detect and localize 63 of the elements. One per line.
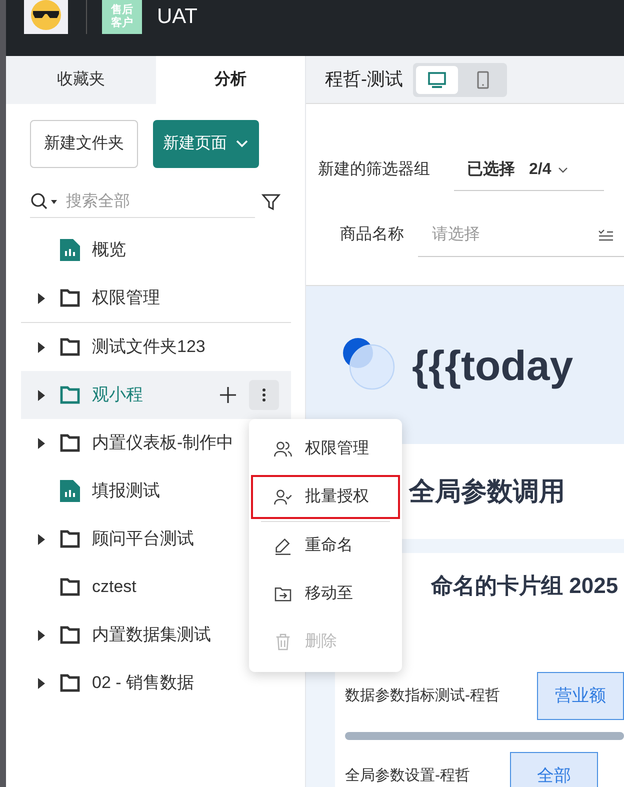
monitor-icon <box>427 70 447 88</box>
select-placeholder: 请选择 <box>432 224 480 244</box>
tree-item-label: 内置仪表板-制作中 <box>92 432 234 454</box>
search-field[interactable]: 搜索全部 <box>66 190 226 214</box>
param-label: 全局参数设置-程哲 <box>345 766 471 786</box>
tree-item[interactable]: 概览 <box>21 226 291 274</box>
tree-item-label: 权限管理 <box>92 287 160 310</box>
badge-text: 售后 <box>111 4 133 16</box>
users-icon <box>273 439 293 459</box>
folder-icon <box>60 386 80 404</box>
tree-item-label: 内置数据集测试 <box>92 624 211 646</box>
caret-right-icon[interactable] <box>38 630 44 640</box>
search-icon <box>30 192 58 212</box>
caret-right-icon[interactable] <box>38 342 44 352</box>
phone-icon <box>477 70 489 88</box>
tree-item-label: 02 - 销售数据 <box>92 672 194 694</box>
caret-right-icon[interactable] <box>38 678 44 688</box>
pencil-icon <box>273 536 293 556</box>
filter-group-select[interactable]: 已选择 2/4 <box>454 149 604 191</box>
folder-icon <box>60 530 80 548</box>
folder-icon <box>60 626 80 644</box>
card-title: 命名的卡片组 2025 <box>431 572 620 600</box>
more-button[interactable] <box>249 380 279 410</box>
caret-right-icon[interactable] <box>38 534 44 544</box>
caret-right-icon[interactable] <box>38 438 44 448</box>
user-check-icon <box>273 487 293 507</box>
new-page-button[interactable]: 新建页面 <box>153 120 259 168</box>
filter-group-label: 新建的筛选器组 <box>318 160 430 180</box>
folder-icon <box>60 434 80 452</box>
caret-right-icon[interactable] <box>38 390 44 400</box>
folder-icon <box>60 338 80 356</box>
plus-icon[interactable] <box>219 386 237 404</box>
folder-icon <box>60 289 80 307</box>
filter-icon[interactable] <box>261 192 281 212</box>
filter-label: 商品名称 <box>340 224 404 245</box>
tree-item-label: 填报测试 <box>92 480 160 502</box>
new-folder-button[interactable]: 新建文件夹 <box>30 120 138 168</box>
tree-item[interactable]: 权限管理 <box>21 274 291 322</box>
tree-item-label: cztest <box>92 576 136 598</box>
page-title: 程哲-测试 <box>325 68 403 91</box>
app-title: UAT <box>157 4 198 30</box>
tree-item-label: 观小程 <box>92 384 143 406</box>
tree-item-label: 顾问平台测试 <box>92 528 194 550</box>
more-vertical-icon <box>262 388 266 402</box>
badge-text: 客户 <box>111 17 133 30</box>
tree-item[interactable]: 观小程 <box>21 371 291 419</box>
sidebar-tab[interactable]: 收藏夹 <box>6 56 156 104</box>
param-label: 数据参数指标测试-程哲 <box>345 686 501 706</box>
desktop-view-button[interactable] <box>416 66 458 94</box>
tree-item-label: 测试文件夹123 <box>92 336 206 358</box>
selected-label: 已选择 <box>467 160 515 180</box>
selected-count: 2/4 <box>529 160 552 180</box>
tree-item[interactable]: 测试文件夹123 <box>21 323 291 371</box>
list-check-icon <box>598 228 614 242</box>
report-icon <box>60 480 80 502</box>
banner-title: {{{today <box>412 340 574 391</box>
folder-icon <box>60 578 80 596</box>
tree-item-label: 概览 <box>92 239 126 262</box>
caret-right-icon[interactable] <box>38 292 44 304</box>
chevron-down-icon <box>557 166 570 174</box>
report-icon <box>60 239 80 261</box>
folder-icon <box>60 674 80 692</box>
section-title: 全局参数调用 <box>409 475 565 508</box>
